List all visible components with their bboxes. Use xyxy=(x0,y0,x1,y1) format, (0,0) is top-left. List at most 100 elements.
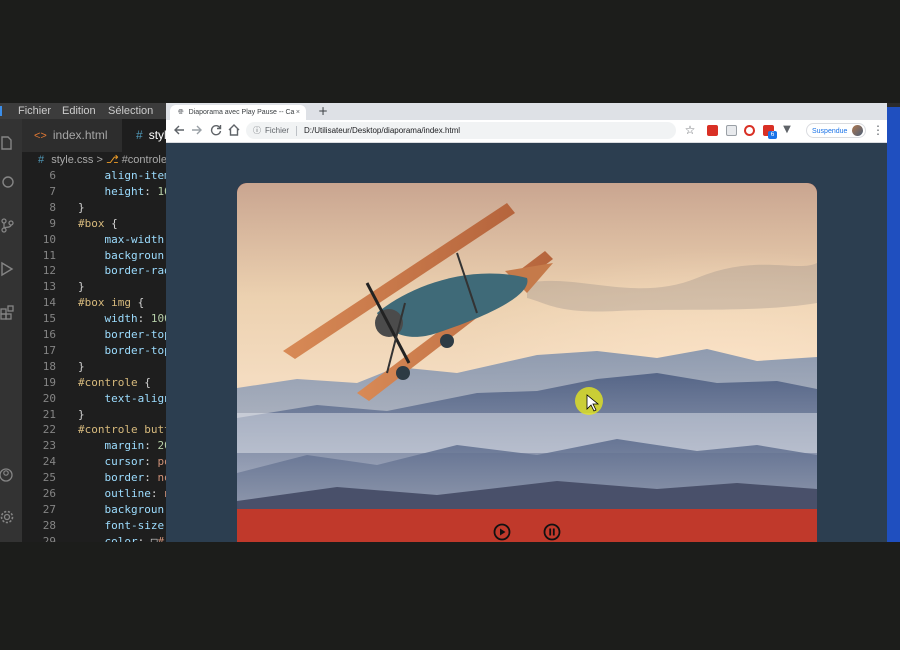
css-file-icon: # xyxy=(136,128,143,142)
code-token: : xyxy=(144,471,158,485)
menu-fichier[interactable]: Fichier xyxy=(18,103,51,119)
code-line: height: 10 xyxy=(78,185,170,198)
run-debug-icon[interactable] xyxy=(0,261,14,277)
explorer-icon[interactable] xyxy=(0,135,14,151)
tab-label: index.html xyxy=(52,128,108,142)
profile-button[interactable]: Suspendue xyxy=(806,123,866,138)
code-line: } xyxy=(78,408,85,421)
line-number: 19 xyxy=(42,375,56,389)
reload-icon[interactable] xyxy=(209,123,223,137)
vscode-window: Fichier Edition Sélection <> index.html … xyxy=(0,103,182,542)
line-number: 17 xyxy=(42,343,56,357)
line-number: 15 xyxy=(42,312,56,326)
code-token: : □ xyxy=(137,534,158,542)
chevron-right-icon: > xyxy=(96,154,103,166)
line-number: 13 xyxy=(42,280,56,294)
code-line: } xyxy=(78,360,85,373)
code-editor[interactable]: 6 align-item 7 height: 10 8} 9 #box {10 max-… xyxy=(22,169,170,542)
editor-tabs: <> index.html # style xyxy=(22,119,182,152)
line-number: 25 xyxy=(42,471,56,485)
line-number: 10 xyxy=(42,232,56,246)
browser-tab-title: Diaporama avec Play Pause -- Ca xyxy=(188,109,295,116)
filter-icon[interactable]: ▼ xyxy=(780,123,794,137)
code-token: text-align xyxy=(78,391,170,405)
browser-window: 🌐︎ Diaporama avec Play Pause -- Ca × + ⓘ F… xyxy=(166,103,887,542)
address-bar[interactable]: ⓘ Fichier D:/Utilisateur/Desktop/diaporama… xyxy=(246,122,676,139)
background-window-edge-top xyxy=(887,103,900,107)
code-token: #box xyxy=(78,216,105,230)
line-number: 14 xyxy=(42,296,56,310)
code-token: color xyxy=(78,534,138,542)
play-button[interactable] xyxy=(493,523,511,541)
line-number: 16 xyxy=(42,328,56,341)
line-number: 26 xyxy=(42,487,56,500)
code-line: outline: n xyxy=(78,487,170,500)
vscode-menubar: Fichier Edition Sélection xyxy=(0,103,170,119)
code-token: align-item xyxy=(78,169,170,182)
line-number: 6 xyxy=(49,169,56,182)
menu-selection[interactable]: Sélection xyxy=(108,103,153,119)
code-line: } xyxy=(78,201,85,214)
info-icon[interactable]: ⓘ xyxy=(253,122,261,139)
code-token: border xyxy=(78,471,145,485)
slideshow-controls xyxy=(237,509,817,542)
browser-tab-active[interactable]: 🌐︎ Diaporama avec Play Pause -- Ca × xyxy=(170,105,306,120)
html-file-icon: <> xyxy=(34,130,47,142)
line-number: 7 xyxy=(49,184,56,198)
search-icon[interactable] xyxy=(0,175,14,191)
code-token: backgroun xyxy=(78,502,165,516)
source-control-icon[interactable] xyxy=(0,217,14,233)
line-number: 23 xyxy=(42,439,56,453)
code-line: width: 100 xyxy=(78,312,170,325)
code-token: border-top xyxy=(78,328,170,341)
home-icon[interactable] xyxy=(227,123,241,137)
bookmark-star-icon[interactable]: ☆ xyxy=(683,123,697,137)
breadcrumb-symbol[interactable]: #controle xyxy=(122,154,167,166)
close-tab-icon[interactable]: × xyxy=(296,105,300,120)
slideshow-image xyxy=(237,183,817,509)
line-number: 8 xyxy=(49,200,56,214)
avatar xyxy=(852,125,863,136)
vscode-logo-icon xyxy=(0,106,2,116)
code-line: cursor: po xyxy=(78,455,170,468)
code-line: #controle { xyxy=(78,376,151,389)
activity-bar xyxy=(0,119,22,542)
selector-symbol-icon: ⎇ xyxy=(105,154,119,166)
settings-gear-icon[interactable] xyxy=(0,509,14,525)
menu-edition[interactable]: Edition xyxy=(62,103,96,119)
profile-status-label: Suspendue xyxy=(812,128,848,135)
back-arrow-icon[interactable] xyxy=(172,123,186,137)
extension-gray-icon[interactable] xyxy=(726,125,737,136)
url-text[interactable]: D:/Utilisateur/Desktop/diaporama/index.h… xyxy=(304,126,460,135)
code-token: } xyxy=(78,200,85,214)
new-tab-button[interactable]: + xyxy=(318,103,328,120)
breadcrumb-file[interactable]: style.css xyxy=(51,154,93,166)
code-token: margin xyxy=(78,439,145,453)
browser-toolbar: ⓘ Fichier D:/Utilisateur/Desktop/diaporama… xyxy=(166,120,887,143)
line-number: 18 xyxy=(42,359,56,373)
screen: Fichier Edition Sélection <> index.html … xyxy=(0,103,900,542)
line-number: 27 xyxy=(42,502,56,516)
tab-index-html[interactable]: <> index.html xyxy=(22,119,122,152)
account-icon[interactable] xyxy=(0,467,14,483)
code-token: } xyxy=(78,280,85,294)
code-token: border-rad xyxy=(78,264,170,278)
code-line: align-item xyxy=(78,169,170,182)
code-token: outline xyxy=(78,487,151,500)
extension-badge-count: 6 xyxy=(768,131,777,139)
code-token: # xyxy=(157,534,165,542)
code-line: #box { xyxy=(78,217,118,230)
block-icon[interactable] xyxy=(744,125,755,136)
code-line: border-top xyxy=(78,328,170,341)
more-menu-icon[interactable]: ⋮ xyxy=(872,123,884,137)
code-token: } xyxy=(78,359,85,373)
breadcrumb: # style.css > ⎇ #controle xyxy=(22,152,170,169)
extension-red-icon[interactable] xyxy=(707,125,718,136)
extensions-icon[interactable] xyxy=(0,305,14,321)
code-token: #controle xyxy=(78,375,138,389)
code-line: max-width: xyxy=(78,233,170,246)
code-token: #controle butt xyxy=(78,423,170,437)
forward-arrow-icon[interactable] xyxy=(190,123,204,137)
code-token: { xyxy=(137,375,151,389)
pause-button[interactable] xyxy=(543,523,561,541)
